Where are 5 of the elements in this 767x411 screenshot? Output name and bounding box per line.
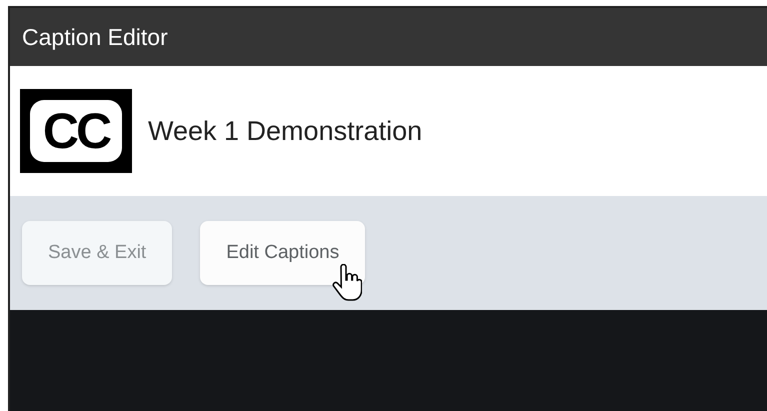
hand-cursor-icon <box>332 264 362 302</box>
video-title: Week 1 Demonstration <box>148 114 422 148</box>
toolbar-button[interactable]: Edit Captions <box>200 221 366 285</box>
cc-logo: CC <box>20 89 132 173</box>
window-title: Caption Editor <box>22 22 168 52</box>
